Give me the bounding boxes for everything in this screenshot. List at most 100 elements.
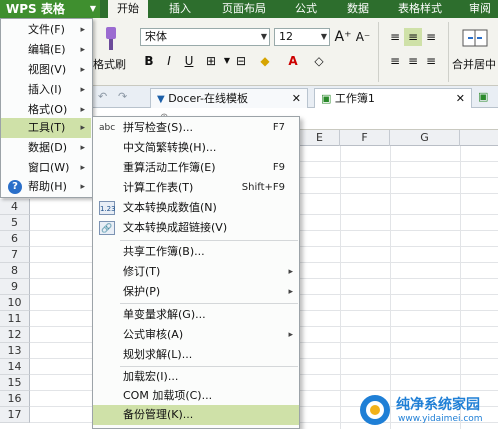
menu-item-tools[interactable]: 工具(T) ▸ [1,118,91,138]
menu-item-spell-check[interactable]: 拼写检查(S)... F7 [93,118,299,138]
menu-item-label: 帮助(H) [28,180,67,193]
underline-button[interactable]: U [180,52,198,70]
menu-item-text-to-number[interactable]: 文本转换成数值(N) [93,198,299,218]
chevron-right-icon: ▸ [80,25,85,35]
chevron-down-icon: ▼ [260,32,267,41]
tab-docer-templates[interactable]: ▼ Docer-在线模板 ✕ [150,88,308,108]
menu-item-com-add-ins[interactable]: COM 加载项(C)... [93,386,299,406]
grow-font-button[interactable]: A⁺ [334,28,352,46]
chevron-right-icon: ▸ [80,123,85,133]
doc-tab-label: 工作簿1 [334,92,375,105]
menu-item-label: 格式(O) [28,103,68,116]
row-header[interactable]: 6 [0,231,30,247]
align-top-icon[interactable]: ≡ [386,28,404,46]
font-color-button[interactable]: A [284,52,302,70]
ribbon-divider [448,22,449,82]
close-icon[interactable]: ✕ [456,89,465,109]
align-middle-icon[interactable]: ≡ [404,28,422,46]
undo-icon[interactable]: ↶ [98,90,114,106]
wps-app-menu-button[interactable]: WPS 表格 ▼ [0,0,100,18]
row-header[interactable]: 10 [0,295,30,311]
menu-item-formula-audit[interactable]: 公式审核(A) ▸ [93,325,299,345]
shortcut-label: Shift+F9 [241,182,285,193]
menu-item-window[interactable]: 窗口(W) ▸ [1,158,91,178]
menu-item-format[interactable]: 格式(O) ▸ [1,100,91,120]
menu-separator [120,240,298,241]
shrink-font-button[interactable]: A⁻ [354,28,372,46]
tab-data[interactable]: 数据 [338,0,378,18]
font-size-combo[interactable]: 12 ▼ [274,28,330,46]
tab-review[interactable]: 审阅 [462,0,498,18]
italic-button[interactable]: I [160,52,178,70]
new-sheet-icon[interactable]: ▣ [478,90,494,106]
row-header[interactable]: 5 [0,215,30,231]
menu-item-label: 计算工作表(T) [123,181,194,194]
menu-item-protect[interactable]: 保护(P) ▸ [93,282,299,302]
row-header[interactable]: 11 [0,311,30,327]
menu-item-share-workbook[interactable]: 共享工作簿(B)... [93,242,299,262]
merge-cells-icon[interactable]: ⊟ [232,52,250,70]
tab-home[interactable]: 开始 [108,0,148,18]
menu-item-calc-sheet[interactable]: 计算工作表(T) Shift+F9 [93,178,299,198]
row-header[interactable]: 8 [0,263,30,279]
font-name-combo[interactable]: 宋体 ▼ [140,28,270,46]
align-center-icon[interactable]: ≡ [404,52,422,70]
bold-button[interactable]: B [140,52,158,70]
row-header[interactable]: 17 [0,407,30,423]
ribbon-divider [378,22,379,82]
menu-item-label: 拼写检查(S)... [123,121,194,134]
chevron-down-icon: ▼ [320,32,327,41]
fill-color-icon[interactable]: ◆ [256,52,274,70]
menu-item-file[interactable]: 文件(F) ▸ [1,20,91,40]
menu-separator [120,303,298,304]
menu-item-label: 插入(I) [28,83,62,96]
watermark-url: www.yidaimei.com [398,414,483,424]
row-header[interactable]: 9 [0,279,30,295]
merge-center-icon[interactable] [462,28,488,48]
row-header[interactable]: 4 [0,199,30,215]
format-painter-icon[interactable] [100,26,122,52]
tab-formulas[interactable]: 公式 [286,0,326,18]
menu-item-add-ins[interactable]: 加载宏(I)... [93,367,299,387]
menu-item-label: 共享工作簿(B)... [123,245,205,258]
tab-workbook1[interactable]: ▣ 工作簿1 ✕ [314,88,472,108]
column-header-F[interactable]: F [340,130,390,146]
menu-item-recalc-workbook[interactable]: 重算活动工作簿(E) F9 [93,158,299,178]
row-header[interactable]: 13 [0,343,30,359]
tab-table-style[interactable]: 表格样式 [390,0,450,18]
row-header[interactable]: 12 [0,327,30,343]
format-painter-label[interactable]: 格式刷 [93,56,129,71]
menu-item-label: 编辑(E) [28,43,66,56]
menu-item-edit[interactable]: 编辑(E) ▸ [1,40,91,60]
tab-insert[interactable]: 插入 [160,0,200,18]
menu-item-label: 文本转换成数值(N) [123,201,217,214]
row-header[interactable]: 14 [0,359,30,375]
row-header[interactable]: 7 [0,247,30,263]
row-header[interactable]: 16 [0,391,30,407]
menu-item-label: 规划求解(L)... [123,348,193,361]
menu-item-goal-seek[interactable]: 单变量求解(G)... [93,305,299,325]
menu-item-view[interactable]: 视图(V) ▸ [1,60,91,80]
column-header-E[interactable]: E [300,130,340,146]
watermark-logo [360,395,390,425]
menu-item-revisions[interactable]: 修订(T) ▸ [93,262,299,282]
menu-item-solver[interactable]: 规划求解(L)... [93,345,299,365]
chevron-right-icon: ▸ [288,267,293,277]
redo-icon[interactable]: ↷ [118,90,134,106]
align-bottom-icon[interactable]: ≡ [422,28,440,46]
tab-page-layout[interactable]: 页面布局 [214,0,274,18]
font-size-value: 12 [279,30,293,43]
doc-tab-label: Docer-在线模板 [168,92,249,105]
menu-item-data[interactable]: 数据(D) ▸ [1,138,91,158]
merge-center-label[interactable]: 合并居中 [452,56,498,71]
close-icon[interactable]: ✕ [292,89,301,109]
menu-item-text-to-hyperlink[interactable]: 文本转换成超链接(V) [93,218,299,238]
menu-item-backup-manager[interactable]: 备份管理(K)... [93,405,299,425]
menu-item-insert[interactable]: 插入(I) ▸ [1,80,91,100]
row-header[interactable]: 15 [0,375,30,391]
align-right-icon[interactable]: ≡ [422,52,440,70]
menu-item-chinese-conversion[interactable]: 中文简繁转换(H)... [93,138,299,158]
align-left-icon[interactable]: ≡ [386,52,404,70]
column-header-G[interactable]: G [390,130,460,146]
clear-format-icon[interactable]: ◇ [310,52,328,70]
